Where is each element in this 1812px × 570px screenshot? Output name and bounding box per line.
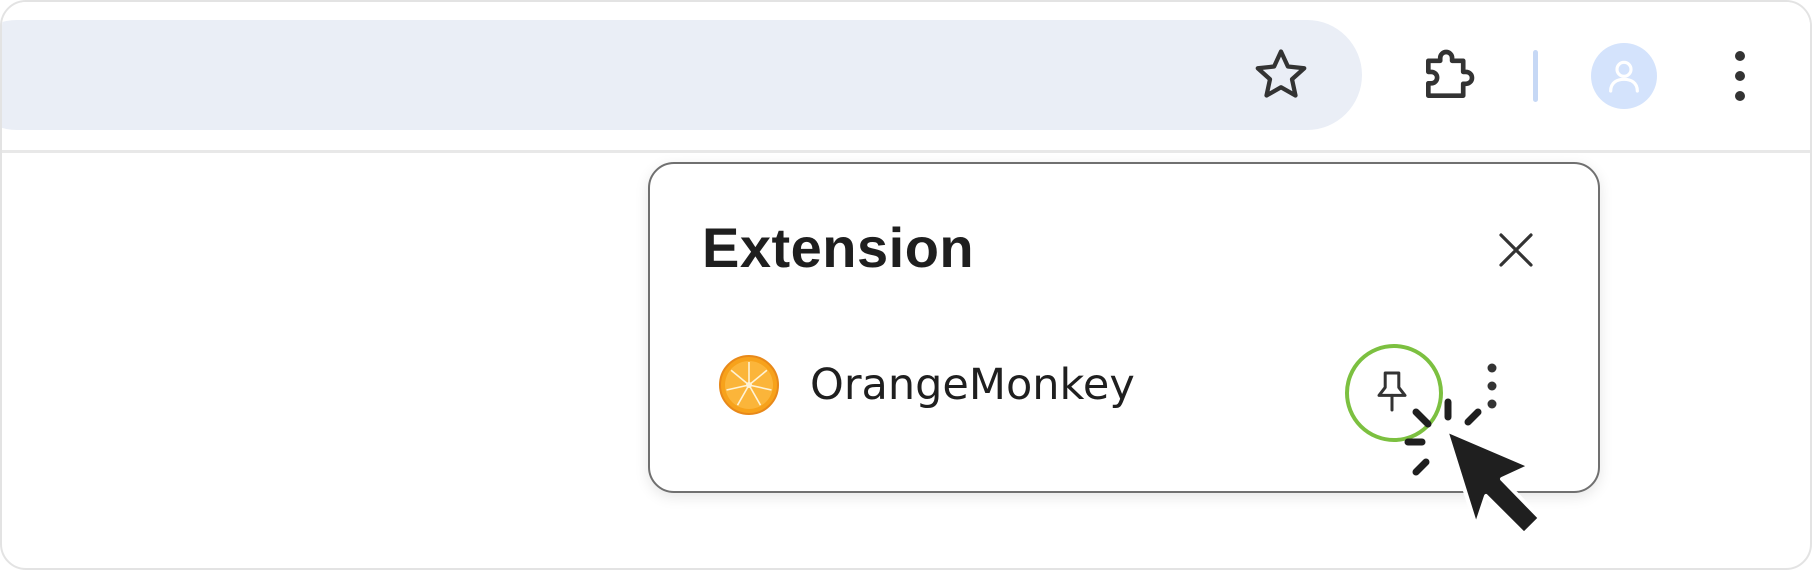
address-bar[interactable] bbox=[2, 20, 1362, 130]
pin-icon bbox=[1377, 371, 1407, 412]
pin-extension-button[interactable] bbox=[1345, 344, 1443, 442]
browser-window: Extension OrangeMonkey bbox=[0, 0, 1812, 570]
extension-name: OrangeMonkey bbox=[810, 360, 1135, 410]
extensions-puzzle-button[interactable] bbox=[1414, 40, 1484, 110]
extensions-popup: Extension OrangeMonkey bbox=[648, 162, 1600, 493]
browser-menu-button[interactable] bbox=[1720, 46, 1760, 106]
browser-toolbar bbox=[2, 2, 1810, 153]
puzzle-piece-icon bbox=[1426, 49, 1475, 98]
vertical-dots-icon bbox=[1735, 51, 1745, 101]
extension-menu-button[interactable] bbox=[1474, 356, 1510, 416]
close-popup-button[interactable] bbox=[1494, 228, 1538, 272]
close-icon bbox=[1499, 233, 1533, 267]
extension-row[interactable]: OrangeMonkey bbox=[650, 334, 1598, 442]
person-icon bbox=[1609, 60, 1639, 93]
orange-slice-icon bbox=[719, 355, 779, 415]
popup-title: Extension bbox=[702, 216, 975, 279]
profile-avatar-button[interactable] bbox=[1591, 43, 1657, 109]
star-outline-icon bbox=[1255, 49, 1307, 98]
bookmark-star-button[interactable] bbox=[1248, 42, 1314, 108]
vertical-dots-icon bbox=[1487, 363, 1497, 409]
toolbar-divider bbox=[1533, 50, 1538, 102]
